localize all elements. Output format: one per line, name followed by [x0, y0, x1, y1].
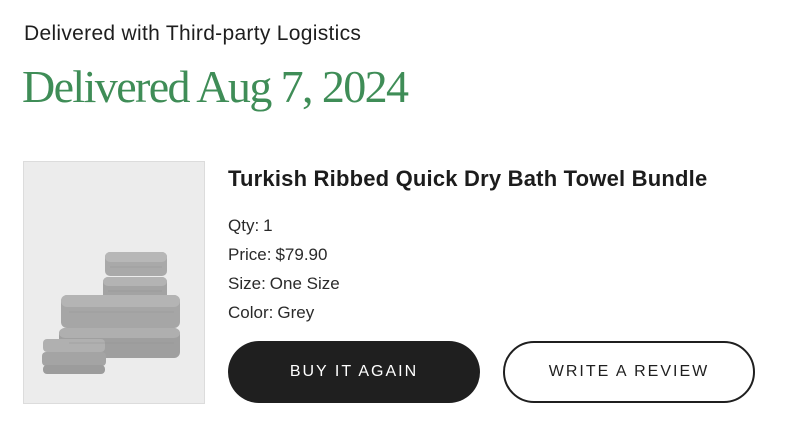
- qty-detail: Qty: 1: [228, 216, 273, 236]
- qty-label: Qty:: [228, 216, 260, 235]
- price-label: Price:: [228, 245, 272, 264]
- buy-it-again-button[interactable]: BUY IT AGAIN: [228, 341, 480, 403]
- size-label: Size:: [228, 274, 266, 293]
- write-a-review-label: WRITE A REVIEW: [548, 363, 710, 380]
- qty-value: 1: [263, 216, 273, 235]
- size-value: One Size: [269, 274, 340, 293]
- delivery-method-text: Delivered with Third-party Logistics: [24, 22, 362, 45]
- color-detail: Color: Grey: [228, 303, 314, 323]
- write-a-review-button[interactable]: WRITE A REVIEW: [503, 341, 755, 403]
- price-detail: Price: $79.90: [228, 245, 327, 265]
- color-value: Grey: [277, 303, 315, 322]
- color-label: Color:: [228, 303, 274, 322]
- towel-stack-icon: [42, 252, 180, 374]
- price-value: $79.90: [275, 245, 328, 264]
- delivery-status-heading: Delivered Aug 7, 2024: [22, 61, 409, 112]
- product-title[interactable]: Turkish Ribbed Quick Dry Bath Towel Bund…: [228, 166, 707, 192]
- product-image[interactable]: [23, 161, 205, 404]
- buy-it-again-label: BUY IT AGAIN: [289, 363, 419, 380]
- size-detail: Size: One Size: [228, 274, 340, 294]
